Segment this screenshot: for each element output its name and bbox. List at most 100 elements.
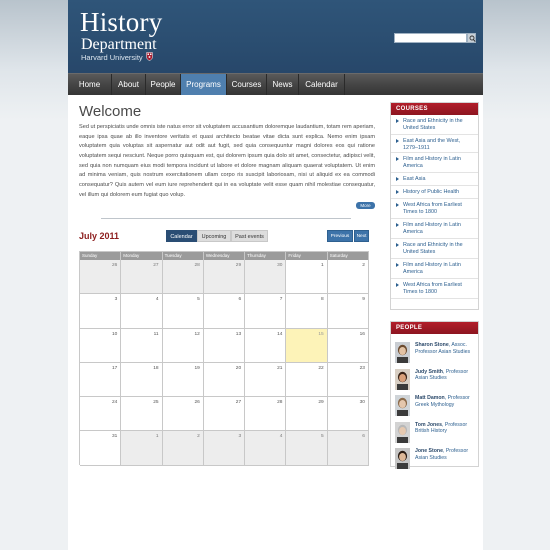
calendar-day[interactable]: 26 — [80, 260, 122, 295]
person-name[interactable]: Matt Damon — [415, 395, 445, 401]
person-item[interactable]: Tom Jones, Professor British History — [391, 421, 480, 448]
calendar-day[interactable]: 30 — [245, 260, 287, 295]
calendar-day[interactable]: 19 — [162, 362, 204, 398]
calendar-day[interactable]: 21 — [245, 362, 287, 398]
course-link[interactable]: History of Public Health — [391, 186, 478, 199]
calendar-day[interactable]: 26 — [162, 397, 204, 432]
course-link[interactable]: Race and Ethnicity in the United States — [391, 115, 478, 135]
avatar — [395, 368, 410, 390]
course-title: West Africa from Earliest Times to 1800 — [403, 282, 462, 295]
calendar-day-number: 19 — [194, 365, 200, 371]
calendar-day[interactable]: 11 — [121, 328, 163, 363]
previous-button[interactable]: Previous — [327, 230, 353, 242]
search-input[interactable] — [394, 33, 467, 43]
calendar-day[interactable]: 28 — [162, 260, 204, 295]
course-link[interactable]: Race and Ethnicity in the United States — [391, 239, 478, 259]
calendar-day-number: 24 — [111, 400, 118, 406]
calendar-day[interactable]: 25 — [121, 397, 163, 432]
calendar-day[interactable]: 30 — [327, 397, 369, 432]
arrow-right-icon — [396, 263, 399, 267]
calendar-day[interactable]: 5 — [162, 294, 204, 329]
arrow-right-icon — [396, 283, 399, 287]
nav-item-courses[interactable]: Courses — [227, 74, 267, 95]
calendar-day[interactable]: 29 — [286, 397, 328, 432]
course-link[interactable]: East Asia — [391, 173, 478, 186]
calendar-day[interactable]: 1 — [121, 431, 163, 466]
calendar-day[interactable]: 4 — [245, 431, 287, 466]
nav-item-people[interactable]: People — [146, 74, 181, 95]
nav-item-about[interactable]: About — [112, 74, 146, 95]
calendar-day-number: 29 — [318, 400, 324, 406]
next-button[interactable]: Next — [354, 230, 369, 242]
person-info: Tom Jones, Professor British History — [415, 422, 478, 435]
calendar-day-number: 8 — [321, 297, 324, 303]
nav-item-home[interactable]: Home — [68, 74, 112, 95]
calendar-day[interactable]: 20 — [203, 362, 246, 398]
calendar-day[interactable]: 14 — [245, 328, 287, 363]
calendar-day[interactable]: 9 — [327, 294, 369, 329]
person-item[interactable]: Sharon Stone, Assoc. Professor Asian Stu… — [391, 342, 480, 368]
calendar-day[interactable]: 3 — [203, 431, 246, 466]
course-link[interactable]: East Asia and the West, 1279–1911 — [391, 135, 478, 153]
calendar-day[interactable]: 27 — [121, 260, 163, 295]
calendar-day[interactable]: 17 — [80, 362, 122, 398]
person-item[interactable]: Jone Stone, Professor Asian Studies — [391, 448, 480, 474]
calendar-day[interactable]: 28 — [245, 397, 287, 432]
person-item[interactable]: Judy Smith, Professor Asian Studies — [391, 368, 480, 395]
site-subtitle[interactable]: Department — [81, 37, 157, 53]
nav-item-news[interactable]: News — [267, 74, 299, 95]
calendar-day-today[interactable]: 15 — [286, 328, 328, 363]
weekday-label: Sunday — [80, 252, 122, 260]
calendar-day[interactable]: 12 — [162, 328, 204, 363]
calendar-day[interactable]: 8 — [286, 294, 328, 329]
person-name[interactable]: Tom Jones — [415, 422, 442, 428]
nav-item-calendar[interactable]: Calendar — [299, 74, 345, 95]
calendar-day[interactable]: 4 — [121, 294, 163, 329]
person-name[interactable]: Judy Smith — [415, 369, 443, 375]
calendar-day[interactable]: 29 — [203, 260, 246, 295]
calendar-week-row: 10 11 12 13 14 15 16 — [80, 328, 369, 363]
calendar-day[interactable]: 2 — [162, 431, 204, 466]
search-icon — [469, 35, 476, 42]
calendar-day[interactable]: 2 — [327, 260, 369, 295]
person-item[interactable]: Matt Damon, Professor Greek Mythology — [391, 395, 480, 421]
search-button[interactable] — [467, 33, 476, 43]
person-info: Jone Stone, Professor Asian Studies — [415, 448, 478, 461]
course-link[interactable]: West Africa from Earliest Times to 1800 — [391, 279, 478, 299]
tab-upcoming[interactable]: Upcoming — [197, 230, 231, 242]
calendar-day[interactable]: 13 — [203, 328, 246, 363]
calendar-day[interactable]: 24 — [80, 397, 122, 432]
site-title[interactable]: History — [80, 9, 162, 36]
calendar-day[interactable]: 1 — [286, 260, 328, 295]
calendar-day[interactable]: 7 — [245, 294, 287, 329]
person-name[interactable]: Jone Stone — [415, 448, 443, 454]
person-name[interactable]: Sharon Stone — [415, 342, 449, 348]
university-name: Harvard University — [81, 53, 143, 62]
tab-past-events[interactable]: Past events — [231, 230, 268, 242]
course-link[interactable]: West Africa from Earliest Times to 1800 — [391, 199, 478, 219]
calendar-month-title: July 2011 — [79, 231, 120, 241]
nav-item-programs[interactable]: Programs — [181, 74, 227, 95]
more-button[interactable]: More — [356, 202, 375, 209]
calendar-day[interactable]: 31 — [80, 431, 122, 466]
avatar — [395, 395, 410, 416]
arrow-right-icon — [396, 223, 399, 227]
course-link[interactable]: Film and History in Latin America — [391, 219, 478, 239]
calendar-day[interactable]: 6 — [327, 431, 369, 466]
courses-box: COURSES Race and Ethnicity in the United… — [390, 102, 479, 310]
course-title: Race and Ethnicity in the United States — [403, 118, 463, 131]
calendar-day[interactable]: 22 — [286, 362, 328, 398]
calendar-day[interactable]: 18 — [121, 362, 163, 398]
calendar-day[interactable]: 3 — [80, 294, 122, 329]
weekday-label: Saturday — [327, 252, 369, 260]
calendar-day[interactable]: 27 — [203, 397, 246, 432]
calendar-day[interactable]: 16 — [327, 328, 369, 363]
calendar-day[interactable]: 5 — [286, 431, 328, 466]
calendar-week-row: 17 18 19 20 21 22 23 — [80, 362, 369, 398]
calendar-day[interactable]: 10 — [80, 328, 122, 363]
course-link[interactable]: Film and History in Latin America — [391, 259, 478, 279]
calendar-day[interactable]: 6 — [203, 294, 246, 329]
calendar-day[interactable]: 23 — [327, 362, 369, 398]
course-link[interactable]: Film and History in Latin America — [391, 153, 478, 173]
tab-calendar[interactable]: Calendar — [166, 230, 197, 242]
